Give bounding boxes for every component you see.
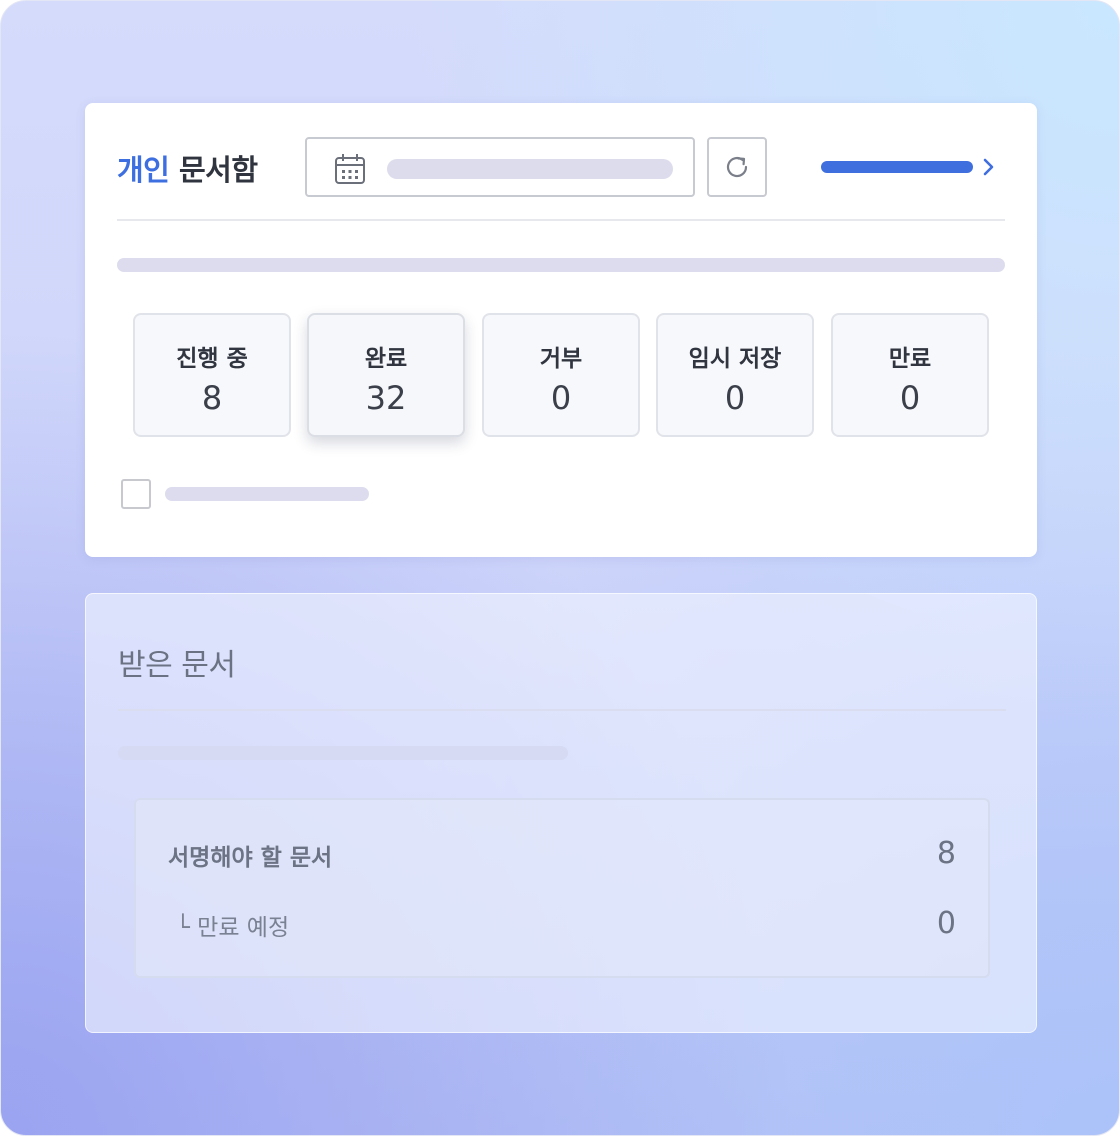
app-frame: 개인 문서함 진행 중 8 완료 32 거부 0 임시 저장 0 만료 0 받은… — [0, 0, 1120, 1136]
received-documents-card: 받은 문서 서명해야 할 문서 8 └ 만료 예정 0 — [85, 593, 1037, 1033]
section-title: 받은 문서 — [118, 648, 236, 683]
stat-in-progress[interactable]: 진행 중 8 — [133, 313, 291, 437]
to-sign-count: 8 — [936, 836, 956, 871]
page-title: 개인 문서함 — [117, 147, 258, 189]
stat-completed[interactable]: 완료 32 — [307, 313, 465, 437]
expiring-soon-count: 0 — [936, 906, 956, 941]
received-summary-box: 서명해야 할 문서 8 └ 만료 예정 0 — [134, 798, 990, 978]
title-rest: 문서함 — [169, 153, 258, 187]
stat-expired[interactable]: 만료 0 — [831, 313, 989, 437]
checkbox-label-skeleton — [165, 487, 369, 501]
stat-label: 거부 — [539, 346, 583, 372]
date-range-picker[interactable] — [305, 137, 695, 197]
expiring-soon-label: └ 만료 예정 — [176, 915, 290, 941]
stat-value: 0 — [724, 379, 746, 417]
calendar-icon — [335, 154, 365, 184]
to-sign-label: 서명해야 할 문서 — [168, 845, 333, 871]
refresh-icon — [726, 156, 748, 178]
section-summary-skeleton — [118, 746, 568, 760]
chevron-right-icon[interactable] — [981, 157, 997, 177]
refresh-button[interactable] — [707, 137, 767, 197]
stat-label: 진행 중 — [176, 346, 248, 372]
personal-documents-card: 개인 문서함 진행 중 8 완료 32 거부 0 임시 저장 0 만료 0 — [85, 103, 1037, 557]
stat-value: 0 — [899, 379, 921, 417]
section-divider — [118, 709, 1006, 711]
stat-rejected[interactable]: 거부 0 — [482, 313, 640, 437]
status-stats: 진행 중 8 완료 32 거부 0 임시 저장 0 만료 0 — [133, 313, 989, 437]
stat-value: 8 — [201, 379, 223, 417]
title-accent: 개인 — [117, 153, 170, 187]
date-range-placeholder-skeleton — [387, 159, 673, 179]
stat-label: 임시 저장 — [688, 346, 782, 372]
filter-checkbox[interactable] — [121, 479, 151, 509]
summary-skeleton — [117, 258, 1005, 272]
stat-draft[interactable]: 임시 저장 0 — [656, 313, 814, 437]
header-divider — [117, 219, 1005, 221]
stat-label: 만료 — [888, 346, 932, 372]
stat-value: 0 — [550, 379, 572, 417]
view-all-link-skeleton[interactable] — [821, 161, 973, 173]
stat-label: 완료 — [364, 346, 408, 372]
stat-value: 32 — [365, 379, 407, 417]
